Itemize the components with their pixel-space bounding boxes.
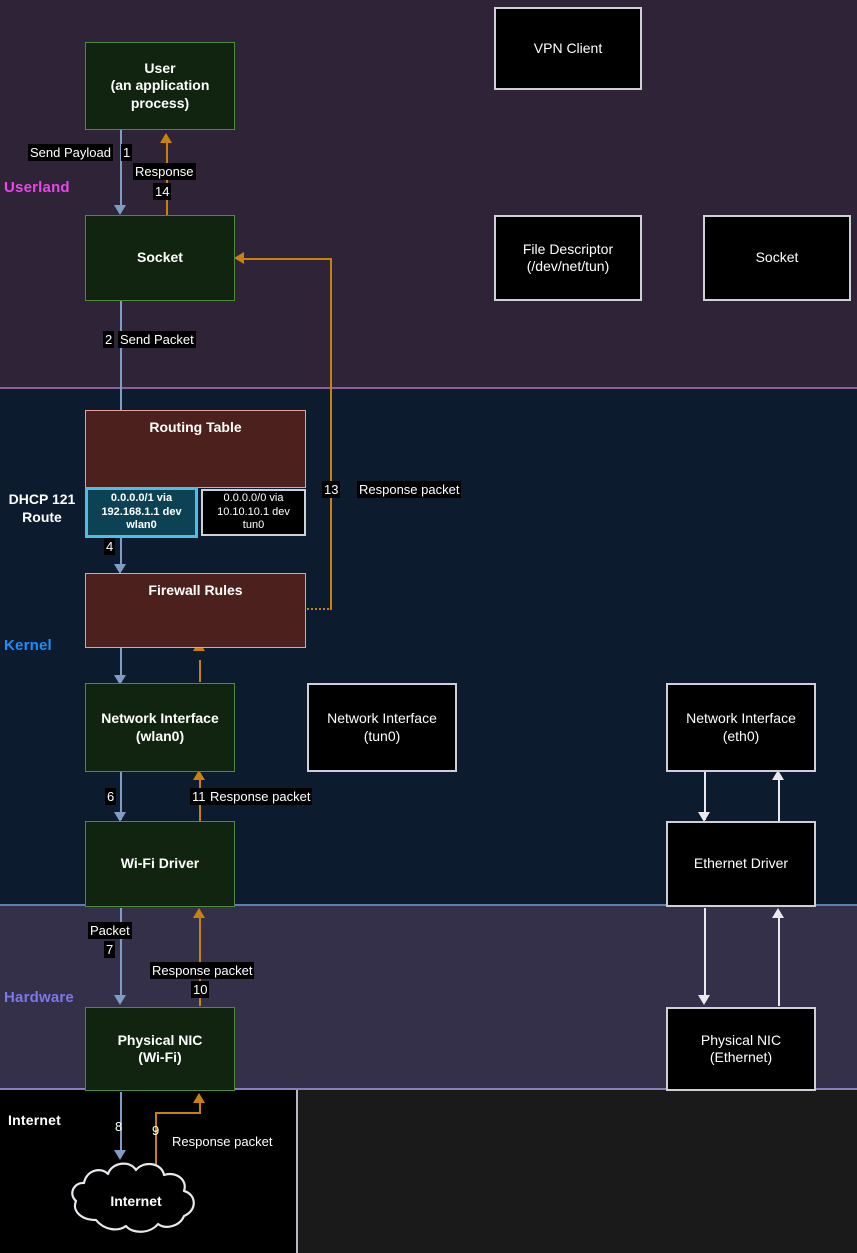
- node-file-descriptor-line-2: (/dev/net/tun): [523, 258, 613, 276]
- node-network-interface-tun0[interactable]: Network Interface (tun0): [307, 683, 457, 772]
- band-label-internet: Internet: [8, 1112, 61, 1128]
- node-route-alternate-line-2: 10.10.10.1 dev: [217, 506, 290, 520]
- diagram-canvas: Userland Kernel Hardware Internet: [0, 0, 857, 1253]
- edge-firewall-to-socket-run: [242, 258, 332, 260]
- node-file-descriptor[interactable]: File Descriptor (/dev/net/tun): [494, 215, 642, 301]
- edge-ethernet-driver-to-physical-nic: [704, 908, 706, 998]
- node-physical-nic-ethernet[interactable]: Physical NIC (Ethernet): [666, 1007, 816, 1091]
- node-route-selected-line-3: wlan0: [101, 519, 181, 533]
- node-vpn-client-label: VPN Client: [534, 40, 602, 58]
- node-route-selected-line-2: 192.168.1.1 dev: [101, 506, 181, 520]
- edge-socket-to-routing-table: [120, 300, 122, 410]
- edge-firewall-to-socket-riser: [330, 258, 332, 610]
- node-socket-userland-label: Socket: [137, 249, 183, 267]
- edge-label-packet: Packet: [88, 922, 132, 939]
- edge-label-step-6: 6: [105, 788, 116, 805]
- edge-label-step-10: 10: [191, 981, 209, 998]
- node-internet-cloud-label: Internet: [62, 1193, 210, 1209]
- edge-label-step-2: 2: [103, 331, 114, 348]
- node-tun0-line-2: (tun0): [327, 728, 437, 746]
- edge-label-send-packet: Send Packet: [118, 331, 196, 348]
- node-socket-userland[interactable]: Socket: [85, 215, 235, 301]
- node-route-selected[interactable]: 0.0.0.0/1 via 192.168.1.1 dev wlan0: [85, 487, 198, 538]
- node-route-alternate-line-1: 0.0.0.0/0 via: [217, 492, 290, 506]
- node-wlan0-line-1: Network Interface: [101, 710, 218, 728]
- node-ethernet-driver[interactable]: Ethernet Driver: [666, 821, 816, 907]
- edge-label-step-1: 1: [121, 144, 132, 161]
- edge-label-send-payload: Send Payload: [28, 144, 113, 161]
- edge-label-response-packet-10: Response packet: [150, 962, 254, 979]
- edge-label-step-4: 4: [104, 538, 115, 555]
- node-physical-nic-wifi-line-1: Physical NIC: [118, 1032, 203, 1050]
- node-physical-nic-eth-line-1: Physical NIC: [701, 1032, 781, 1050]
- node-user-line-2: (an application: [111, 77, 210, 95]
- node-user-line-1: User: [111, 60, 210, 78]
- node-route-alternate-line-3: tun0: [217, 519, 290, 533]
- node-wifi-driver-label: Wi-Fi Driver: [121, 855, 199, 873]
- node-wifi-driver[interactable]: Wi-Fi Driver: [85, 821, 235, 907]
- node-user-line-3: process): [111, 95, 210, 113]
- arrowhead-physical-nic-to-wifi-driver: [193, 908, 205, 918]
- side-label-dhcp-route-line-2: Route: [0, 508, 84, 526]
- arrowhead-physical-nic-to-ethernet-driver: [772, 908, 784, 918]
- edge-label-step-9: 9: [152, 1123, 159, 1138]
- edge-user-to-socket: [120, 129, 122, 207]
- arrowhead-internet-to-physical-nic: [193, 1093, 205, 1103]
- band-label-kernel: Kernel: [4, 637, 52, 654]
- edge-wlan0-to-firewall: [199, 660, 201, 682]
- node-route-alternate[interactable]: 0.0.0.0/0 via 10.10.10.1 dev tun0: [201, 489, 306, 536]
- edge-label-response-packet-9: Response packet: [172, 1134, 272, 1149]
- arrowhead-firewall-to-socket: [234, 252, 244, 264]
- arrowhead-wifi-driver-to-physical-nic: [114, 995, 126, 1005]
- band-label-hardware: Hardware: [4, 989, 74, 1006]
- band-label-userland: Userland: [4, 179, 70, 196]
- side-label-dhcp-route-line-1: DHCP 121: [0, 490, 84, 508]
- edge-internet-to-physical-nic-stub: [199, 1102, 201, 1114]
- edge-label-step-11: 11: [190, 788, 208, 805]
- node-network-interface-eth0[interactable]: Network Interface (eth0): [666, 683, 816, 772]
- node-ethernet-driver-label: Ethernet Driver: [694, 855, 788, 873]
- edge-label-step-7: 7: [104, 941, 115, 958]
- node-tun0-line-1: Network Interface: [327, 710, 437, 728]
- node-user[interactable]: User (an application process): [85, 42, 235, 130]
- node-firewall-rules[interactable]: Firewall Rules: [85, 573, 306, 648]
- node-route-selected-line-1: 0.0.0.0/1 via: [101, 492, 181, 506]
- node-physical-nic-wifi[interactable]: Physical NIC (Wi-Fi): [85, 1007, 235, 1091]
- edge-label-response-packet-13: Response packet: [357, 481, 461, 498]
- edge-label-step-13: 13: [322, 481, 340, 498]
- arrowhead-socket-to-user: [160, 133, 172, 143]
- node-socket-vpn[interactable]: Socket: [703, 215, 851, 301]
- node-physical-nic-wifi-line-2: (Wi-Fi): [118, 1049, 203, 1067]
- node-wlan0-line-2: (wlan0): [101, 728, 218, 746]
- arrowhead-ethernet-driver-to-physical-nic: [698, 995, 710, 1005]
- node-firewall-rules-label: Firewall Rules: [148, 582, 242, 600]
- edge-label-step-14: 14: [153, 183, 171, 200]
- edge-label-response: Response: [133, 163, 196, 180]
- node-file-descriptor-line-1: File Descriptor: [523, 241, 613, 259]
- arrowhead-user-to-socket: [114, 205, 126, 215]
- side-label-dhcp-route: DHCP 121 Route: [0, 490, 84, 526]
- node-network-interface-wlan0[interactable]: Network Interface (wlan0): [85, 683, 235, 772]
- edge-physical-nic-to-ethernet-driver: [778, 918, 780, 1006]
- node-vpn-client[interactable]: VPN Client: [494, 7, 642, 90]
- node-eth0-line-2: (eth0): [686, 728, 796, 746]
- node-physical-nic-eth-line-2: (Ethernet): [701, 1049, 781, 1067]
- edge-internet-to-physical-nic-run: [155, 1112, 199, 1114]
- node-eth0-line-1: Network Interface: [686, 710, 796, 728]
- edge-label-response-packet-11: Response packet: [208, 788, 312, 805]
- node-socket-vpn-label: Socket: [756, 249, 799, 267]
- node-routing-table[interactable]: Routing Table: [85, 410, 306, 488]
- node-routing-table-label: Routing Table: [149, 419, 241, 437]
- edge-ethernet-driver-to-eth0: [778, 780, 780, 822]
- edge-label-step-8: 8: [115, 1119, 122, 1134]
